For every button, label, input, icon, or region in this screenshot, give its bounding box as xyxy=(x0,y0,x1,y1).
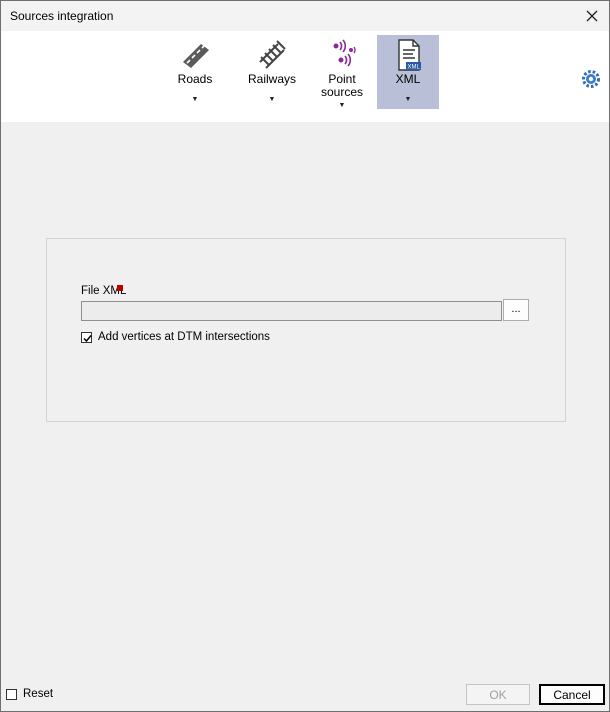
ribbon-toolbar: Roads ▼ Railways ▼ Point sources ▼ XML X… xyxy=(1,31,609,122)
close-icon[interactable] xyxy=(581,5,603,27)
xml-file-icon: XML xyxy=(392,38,426,72)
required-field-marker xyxy=(117,285,123,291)
reset-label: Reset xyxy=(23,688,54,700)
railway-icon xyxy=(256,38,290,72)
railways-button[interactable]: Railways ▼ xyxy=(241,35,303,109)
point-sources-button[interactable]: Point sources ▼ xyxy=(311,35,373,109)
cancel-button[interactable]: Cancel xyxy=(539,684,605,705)
add-vertices-label: Add vertices at DTM intersections xyxy=(98,331,270,343)
road-icon xyxy=(179,38,213,72)
gear-icon[interactable] xyxy=(581,69,601,89)
roads-label: Roads xyxy=(177,72,213,86)
chevron-down-icon: ▼ xyxy=(338,102,346,109)
xml-options-panel: File XML ... Add vertices at DTM interse… xyxy=(46,238,566,422)
window-title: Sources integration xyxy=(10,9,114,23)
chevron-down-icon: ▼ xyxy=(191,96,199,103)
xml-label: XML xyxy=(395,72,421,86)
file-xml-input[interactable] xyxy=(81,301,502,321)
add-vertices-checkbox[interactable] xyxy=(81,332,92,343)
chevron-down-icon: ▼ xyxy=(404,96,412,103)
ok-button[interactable]: OK xyxy=(466,684,530,705)
reset-checkbox[interactable] xyxy=(6,689,17,700)
browse-button[interactable]: ... xyxy=(503,299,529,321)
title-bar: Sources integration xyxy=(1,1,609,31)
roads-button[interactable]: Roads ▼ xyxy=(164,35,226,109)
xml-button[interactable]: XML XML ▼ xyxy=(377,35,439,109)
chevron-down-icon: ▼ xyxy=(268,96,276,103)
point-source-icon xyxy=(326,38,360,72)
point-sources-label: Point sources xyxy=(320,72,364,99)
svg-text:XML: XML xyxy=(408,65,421,71)
checkmark-icon xyxy=(83,335,92,343)
dialog-window: Sources integration Roads ▼ Railways ▼ P… xyxy=(0,0,610,712)
railways-label: Railways xyxy=(247,72,296,86)
